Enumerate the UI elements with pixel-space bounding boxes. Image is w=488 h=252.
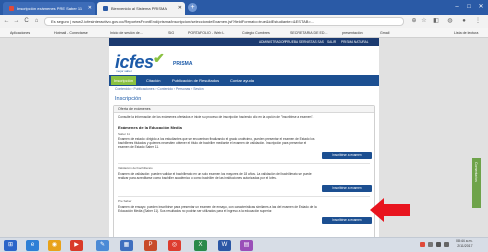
profile-icon[interactable]: ● <box>460 17 468 25</box>
apps-icon <box>4 31 8 35</box>
tray-icon[interactable] <box>420 242 425 247</box>
group-description: Examen de estado: dirigido a los estudia… <box>118 137 315 150</box>
bookmark-star-icon[interactable]: ☆ <box>420 17 428 25</box>
bookmarks-bar: Aplicaciones Hotmail - Conectarse Inicio… <box>0 28 488 38</box>
logo-tagline: mejor saber <box>116 69 132 73</box>
bookmark-hotmail[interactable]: Hotmail - Conectarse <box>48 30 88 36</box>
group-description: Examen de validación: pueden validar el … <box>118 172 312 181</box>
site-top-strip: ADMINISTRADOR PRUEBA SERNISTAS SAS SALIR… <box>109 38 379 46</box>
bookmark-site-icon <box>104 31 108 35</box>
group-subtitle: Validación del bachillerato <box>118 166 153 170</box>
folder-icon <box>284 31 288 35</box>
tab-inscripcion[interactable]: Inscripción exámenes PRE Saber 11 ✕ <box>3 2 95 15</box>
tray-icon[interactable] <box>428 242 433 247</box>
back-button[interactable]: ← <box>2 16 11 26</box>
bookmark-presentacion[interactable]: presentación <box>336 30 363 36</box>
acrobat-icon[interactable]: ◎ <box>168 240 181 251</box>
intro-text: Consulte la información de los exámenes … <box>118 115 314 119</box>
bookmark-inicio-sesion[interactable]: Inicio de sesión de... <box>104 30 143 36</box>
bookmark-aplicaciones[interactable]: Aplicaciones <box>4 30 30 36</box>
bookmark-secretaria[interactable]: SECRETARIA DE ED... <box>284 30 327 36</box>
onenote-icon[interactable]: ▤ <box>240 240 253 251</box>
panel-title: Oferta de exámenes <box>114 106 374 113</box>
tab-favicon-icon <box>103 6 108 11</box>
gmail-icon <box>374 31 378 35</box>
media-player-icon[interactable]: ▶ <box>70 240 83 251</box>
address-bar[interactable]: Es seguro | www2.icfesinteractivo.gov.co… <box>44 17 404 26</box>
page-title: Inscripción <box>115 96 142 102</box>
bookmark-site-icon <box>336 31 340 35</box>
bookmark-site-icon <box>162 31 166 35</box>
enroll-button-saber11[interactable]: Inscribirse a examen <box>322 152 372 159</box>
tab-label: Inscripción exámenes PRE Saber 11 <box>17 6 83 11</box>
translate-icon[interactable]: ⊕ <box>410 17 418 25</box>
divider <box>118 163 370 164</box>
close-tab-icon[interactable]: ✕ <box>88 2 92 15</box>
windows-taskbar: ⊞ e ◉ ▶ ✎ ▦ P ◎ X W ▤ 08:44 a.m. 2/11/20… <box>0 237 488 252</box>
word-icon[interactable]: W <box>218 240 231 251</box>
minimize-button[interactable]: – <box>452 2 462 12</box>
system-clock[interactable]: 08:44 a.m. 2/11/2017 <box>456 239 473 249</box>
group-heading: Exámenes de la Educación Media <box>118 125 182 130</box>
tab-label: Bienvenido al Sistema PRISMA <box>111 6 168 11</box>
hotmail-icon <box>48 31 52 35</box>
reading-list-icon <box>448 31 452 35</box>
breadcrumb: Contenido › Publicaciones › Contenido › … <box>115 87 204 91</box>
chrome-icon[interactable]: ◉ <box>48 240 61 251</box>
volume-icon[interactable] <box>436 242 441 247</box>
powerpoint-icon[interactable]: P <box>144 240 157 251</box>
ie-icon[interactable]: e <box>26 240 39 251</box>
menu-inscripcion[interactable]: Inscripción <box>111 76 137 85</box>
bookmark-site-icon <box>236 31 240 35</box>
forward-button[interactable]: → <box>12 16 21 26</box>
menu-citacion[interactable]: Citación <box>143 76 163 85</box>
browser-tab-strip: Inscripción exámenes PRE Saber 11 ✕ Bien… <box>0 0 488 15</box>
exam-offer-panel: Oferta de exámenes Consulte la informaci… <box>113 105 375 237</box>
checkmark-logo-icon: ✔ <box>153 50 165 66</box>
menu-kebab-icon[interactable]: ⋮ <box>474 17 482 25</box>
feedback-tab[interactable]: Comentarios <box>472 158 481 208</box>
extension-icon[interactable]: ◍ <box>446 17 454 25</box>
tab-prisma[interactable]: Bienvenido al Sistema PRISMA ✕ <box>97 2 185 15</box>
group-subtitle: Saber 11 <box>118 132 130 136</box>
explorer-icon[interactable]: ▦ <box>120 240 133 251</box>
reading-list[interactable]: Lista de lectura <box>448 30 478 36</box>
page-viewport: ADMINISTRADOR PRUEBA SERNISTAS SAS SALIR… <box>0 38 488 237</box>
start-icon[interactable]: ⊞ <box>4 240 17 251</box>
home-button[interactable]: ⌂ <box>32 16 41 26</box>
red-arrow-annotation <box>370 198 410 222</box>
paint-icon[interactable]: ✎ <box>96 240 109 251</box>
new-tab-button[interactable]: + <box>188 3 197 12</box>
close-window-button[interactable]: ✕ <box>476 2 486 12</box>
tab-favicon-icon <box>9 6 14 11</box>
topbar-link[interactable]: PRISMA NATURAL <box>341 38 369 46</box>
group-description: Examen de ensayo: pueden inscribirse par… <box>118 205 317 214</box>
topbar-link[interactable]: PRUEBA SERNISTAS SAS <box>285 38 324 46</box>
enroll-button-presaber[interactable]: Inscribirse a examen <box>322 217 372 224</box>
bookmark-site-icon <box>182 31 186 35</box>
network-icon[interactable] <box>444 242 449 247</box>
bookmark-colegio[interactable]: Colegio Cumbres <box>236 30 270 36</box>
extension-icon[interactable]: ◧ <box>432 17 440 25</box>
divider <box>118 196 370 197</box>
reload-button[interactable]: C <box>22 16 31 26</box>
browser-toolbar: ← → C ⌂ Es seguro | www2.icfesinteractiv… <box>0 15 488 28</box>
menu-contar-ayuda[interactable]: Contar ayuda <box>227 76 257 85</box>
topbar-link[interactable]: SALIR <box>327 38 336 46</box>
topbar-link[interactable]: ADMINISTRADOR <box>259 38 286 46</box>
product-name: PRISMA <box>173 61 193 67</box>
enroll-button-validacion[interactable]: Inscribirse a examen <box>322 185 372 192</box>
bookmark-sig[interactable]: SIG <box>162 30 174 36</box>
group-subtitle: Pre Saber <box>118 199 132 203</box>
bookmark-portafolio[interactable]: PORTAFOLIO - Web L <box>182 30 224 36</box>
clock-date: 2/11/2017 <box>457 244 473 248</box>
main-menu: Inscripción Citación Publicación de Resu… <box>109 75 379 86</box>
site-container: ADMINISTRADOR PRUEBA SERNISTAS SAS SALIR… <box>109 38 379 237</box>
close-tab-icon[interactable]: ✕ <box>178 2 182 15</box>
excel-icon[interactable]: X <box>194 240 207 251</box>
menu-publicacion-resultados[interactable]: Publicación de Resultados <box>169 76 222 85</box>
bookmark-gmail[interactable]: Gmail <box>374 30 389 36</box>
maximize-button[interactable]: □ <box>464 2 474 12</box>
